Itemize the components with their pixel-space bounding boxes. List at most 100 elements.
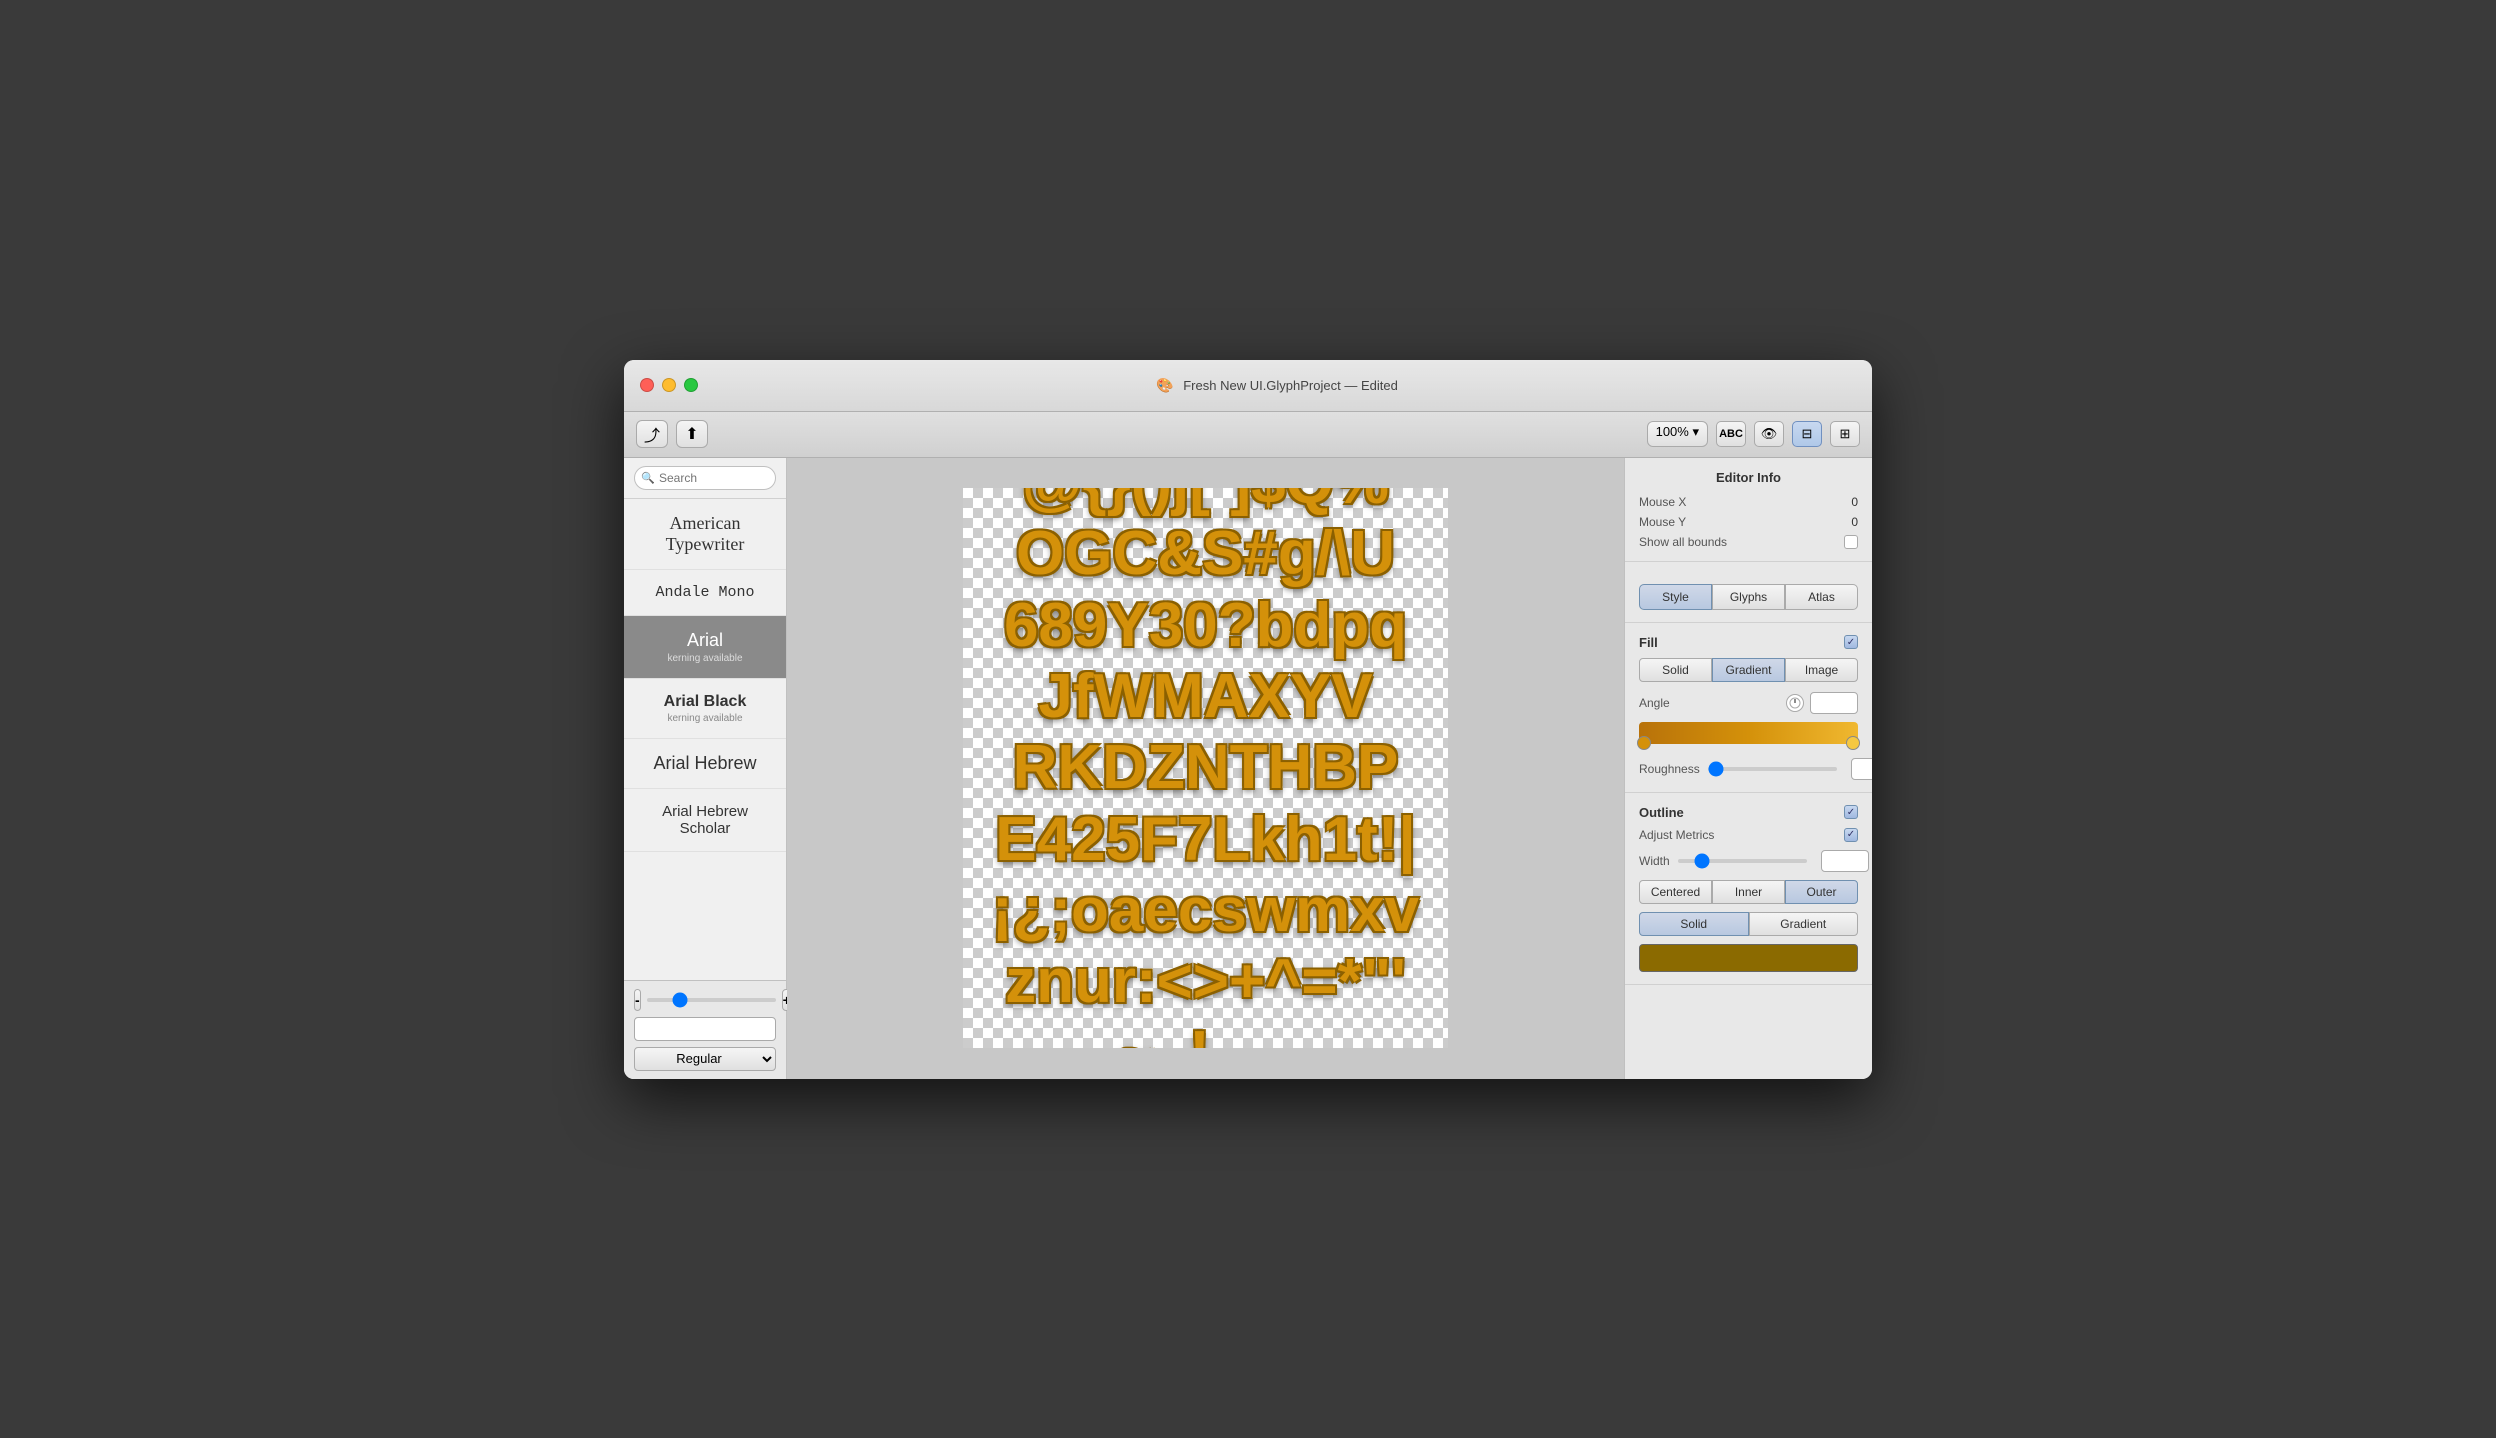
width-row: Width 1.46	[1639, 850, 1858, 872]
font-item-arial-black[interactable]: Arial Black kerning available	[624, 679, 786, 739]
font-list: American Typewriter Andale Mono Arial ke…	[624, 499, 786, 980]
position-tabs: Centered Inner Outer	[1639, 880, 1858, 904]
width-label: Width	[1639, 854, 1670, 868]
view2-button[interactable]: ⊞	[1830, 421, 1860, 447]
search-container: 🔍	[624, 458, 786, 499]
fill-label: Fill	[1639, 635, 1658, 650]
size-decrease-button[interactable]: -	[634, 989, 641, 1011]
show-all-bounds-checkbox[interactable]	[1844, 535, 1858, 549]
eye-button[interactable]: 👁	[1754, 421, 1784, 447]
tab-atlas[interactable]: Atlas	[1785, 584, 1858, 610]
search-input[interactable]	[634, 466, 776, 490]
abc-icon: ABC	[1719, 428, 1743, 440]
gradient-stop-left[interactable]	[1637, 736, 1651, 750]
search-icon: 🔍	[641, 471, 655, 484]
mouse-y-label: Mouse Y	[1639, 515, 1686, 529]
gradient-bar	[1639, 722, 1858, 744]
panel-tabs: Style Glyphs Atlas	[1639, 584, 1858, 610]
font-name-american-typewriter: American Typewriter	[636, 513, 774, 555]
share-icon: ⬆	[685, 424, 698, 444]
gradient-stop-right[interactable]	[1846, 736, 1860, 750]
angle-row: Angle 270	[1639, 692, 1858, 714]
show-all-bounds-label: Show all bounds	[1639, 535, 1727, 549]
app-logo-icon: 🎨	[1156, 377, 1173, 393]
editor-info-title: Editor Info	[1639, 470, 1858, 485]
glyph-preview: @{}()j[ˆ]$Q% OGC&S#g/\U 689Y30?bdpq JfWM…	[963, 488, 1448, 1048]
font-name-arial: Arial	[636, 630, 774, 651]
mouse-x-row: Mouse X 0	[1639, 495, 1858, 509]
adjust-metrics-row: Adjust Metrics ✓	[1639, 828, 1858, 842]
fill-gradient-tab[interactable]: Gradient	[1712, 658, 1785, 682]
canvas-area[interactable]: @{}()j[ˆ]$Q% OGC&S#g/\U 689Y30?bdpq JfWM…	[787, 458, 1624, 1079]
toolbar: ⤴ ⬆ 100% ▾ ABC 👁 ⊟ ⊞	[624, 412, 1872, 458]
editor-info-section: Editor Info Mouse X 0 Mouse Y 0 Show all…	[1625, 458, 1872, 562]
outline-label: Outline	[1639, 805, 1684, 820]
roughness-input[interactable]: 0	[1851, 758, 1872, 780]
mouse-x-label: Mouse X	[1639, 495, 1686, 509]
upload-button[interactable]: ⤴	[636, 420, 668, 448]
font-name-arial-hebrew: Arial Hebrew	[636, 753, 774, 774]
maximize-button[interactable]	[684, 378, 698, 392]
main-window: 🎨 Fresh New UI.GlyphProject — Edited ⤴ ⬆…	[624, 360, 1872, 1079]
roughness-label: Roughness	[1639, 762, 1700, 776]
angle-input[interactable]: 270	[1810, 692, 1858, 714]
font-item-arial[interactable]: Arial kerning available	[624, 616, 786, 679]
size-input[interactable]: 64	[634, 1017, 776, 1041]
fill-image-tab[interactable]: Image	[1785, 658, 1858, 682]
mouse-x-value: 0	[1851, 495, 1858, 509]
color-swatch[interactable]	[1639, 944, 1858, 972]
roughness-slider[interactable]	[1708, 767, 1837, 771]
size-control: - +	[634, 989, 776, 1011]
size-slider[interactable]	[647, 998, 776, 1002]
font-item-arial-hebrew-scholar[interactable]: Arial Hebrew Scholar	[624, 789, 786, 852]
close-button[interactable]	[640, 378, 654, 392]
fill-type-tabs: Solid Gradient Image	[1639, 658, 1858, 682]
right-panel: Editor Info Mouse X 0 Mouse Y 0 Show all…	[1624, 458, 1872, 1079]
fill-checkbox[interactable]: ✓	[1844, 635, 1858, 649]
width-input[interactable]: 1.46	[1821, 850, 1869, 872]
font-name-andale-mono: Andale Mono	[636, 584, 774, 601]
inner-tab[interactable]: Inner	[1712, 880, 1785, 904]
arial-black-subtitle: kerning available	[636, 713, 774, 724]
outline-checkbox[interactable]: ✓	[1844, 805, 1858, 819]
centered-tab[interactable]: Centered	[1639, 880, 1712, 904]
zoom-dropdown[interactable]: 100% ▾	[1647, 421, 1708, 447]
outline-gradient-tab[interactable]: Gradient	[1749, 912, 1859, 936]
tab-style[interactable]: Style	[1639, 584, 1712, 610]
fill-section: Fill ✓ Solid Gradient Image Angle 270	[1625, 623, 1872, 793]
mouse-y-value: 0	[1851, 515, 1858, 529]
outline-header: Outline ✓	[1639, 805, 1858, 820]
outline-solid-tab[interactable]: Solid	[1639, 912, 1749, 936]
width-slider[interactable]	[1678, 859, 1807, 863]
eye-icon: 👁	[1761, 426, 1778, 442]
angle-dial[interactable]	[1786, 694, 1804, 712]
window-title: 🎨 Fresh New UI.GlyphProject — Edited	[698, 377, 1856, 394]
font-item-arial-hebrew[interactable]: Arial Hebrew	[624, 739, 786, 789]
minimize-button[interactable]	[662, 378, 676, 392]
angle-label: Angle	[1639, 696, 1670, 710]
glyph-text: @{}()j[ˆ]$Q% OGC&S#g/\U 689Y30?bdpq JfWM…	[982, 488, 1429, 1048]
zoom-control: 100% ▾	[1647, 421, 1708, 447]
panel-tabs-section: Style Glyphs Atlas	[1625, 562, 1872, 623]
traffic-lights	[640, 378, 698, 392]
search-wrapper: 🔍	[634, 466, 776, 490]
tab-glyphs[interactable]: Glyphs	[1712, 584, 1785, 610]
abc-button[interactable]: ABC	[1716, 421, 1746, 447]
outer-tab[interactable]: Outer	[1785, 880, 1858, 904]
share-button[interactable]: ⬆	[676, 420, 708, 448]
outline-section: Outline ✓ Adjust Metrics ✓ Width 1.46 Ce…	[1625, 793, 1872, 985]
titlebar: 🎨 Fresh New UI.GlyphProject — Edited	[624, 360, 1872, 412]
sidebar: 🔍 American Typewriter Andale Mono Arial …	[624, 458, 787, 1079]
font-item-andale-mono[interactable]: Andale Mono	[624, 570, 786, 616]
view1-button[interactable]: ⊟	[1792, 421, 1822, 447]
font-item-american-typewriter[interactable]: American Typewriter	[624, 499, 786, 570]
show-all-bounds-row: Show all bounds	[1639, 535, 1858, 549]
main-content: 🔍 American Typewriter Andale Mono Arial …	[624, 458, 1872, 1079]
roughness-row: Roughness 0	[1639, 758, 1858, 780]
adjust-metrics-checkbox[interactable]: ✓	[1844, 828, 1858, 842]
view1-icon: ⊟	[1802, 426, 1813, 442]
view2-icon: ⊞	[1840, 426, 1851, 442]
font-controls: - + 64 Regular	[624, 980, 786, 1079]
fill-solid-tab[interactable]: Solid	[1639, 658, 1712, 682]
style-select[interactable]: Regular	[634, 1047, 776, 1071]
